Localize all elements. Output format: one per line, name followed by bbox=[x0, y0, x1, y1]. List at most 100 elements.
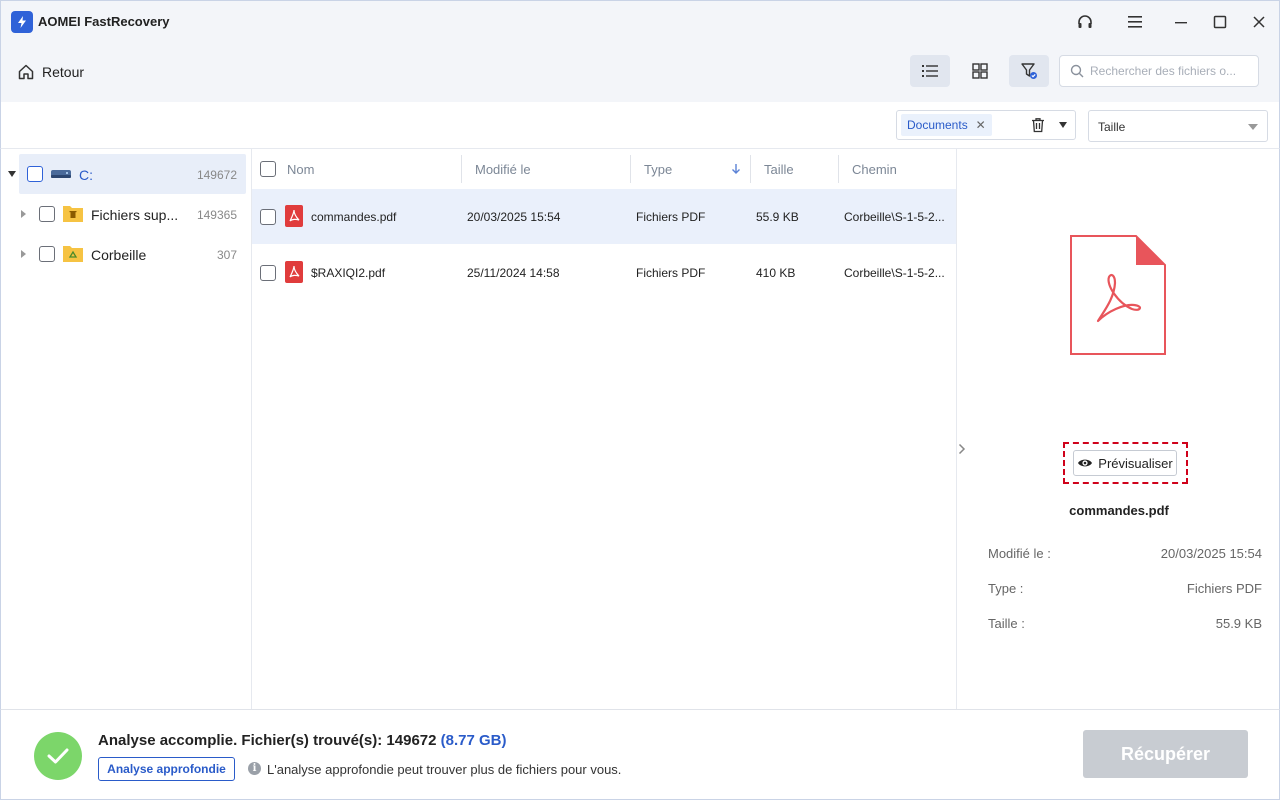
meta-value-modified: 20/03/2025 15:54 bbox=[1160, 546, 1262, 561]
home-icon bbox=[18, 64, 34, 80]
size-select[interactable]: Taille bbox=[1088, 110, 1268, 142]
file-row[interactable]: commandes.pdf 20/03/2025 15:54 Fichiers … bbox=[252, 189, 956, 244]
filter-button[interactable] bbox=[1009, 55, 1049, 87]
file-checkbox[interactable] bbox=[260, 209, 276, 225]
file-name: commandes.pdf bbox=[311, 210, 397, 224]
drive-icon bbox=[51, 170, 71, 178]
search-input[interactable] bbox=[1090, 64, 1250, 78]
pdf-file-icon bbox=[285, 205, 303, 227]
column-header-path[interactable]: Chemin bbox=[852, 149, 897, 189]
column-divider[interactable] bbox=[630, 155, 631, 183]
filter-chip-label: Documents bbox=[907, 118, 968, 132]
search-icon bbox=[1070, 64, 1084, 78]
column-header-modified[interactable]: Modifié le bbox=[475, 149, 531, 189]
column-divider[interactable] bbox=[750, 155, 751, 183]
title-bar: AOMEI FastRecovery bbox=[0, 0, 1280, 42]
filter-chip: Documents ✕ bbox=[901, 114, 992, 136]
support-headset-icon[interactable] bbox=[1074, 11, 1096, 33]
remove-filter-icon[interactable]: ✕ bbox=[976, 114, 986, 136]
meta-value-size: 55.9 KB bbox=[1215, 616, 1262, 631]
file-type: Fichiers PDF bbox=[636, 266, 706, 280]
tree-count: 307 bbox=[216, 248, 237, 262]
scan-status-size: (8.77 GB) bbox=[440, 732, 507, 749]
tree-count: 149365 bbox=[196, 208, 237, 222]
success-check-icon bbox=[34, 732, 82, 780]
filter-chip-box[interactable]: Documents ✕ bbox=[896, 110, 1076, 140]
expand-arrow-icon[interactable] bbox=[21, 210, 26, 218]
expand-arrow-icon[interactable] bbox=[8, 171, 16, 177]
deep-scan-hint: L'analyse approfondie peut trouver plus … bbox=[267, 762, 622, 777]
file-row[interactable]: $RAXIQI2.pdf 25/11/2024 14:58 Fichiers P… bbox=[252, 245, 956, 300]
preview-button[interactable]: Prévisualiser bbox=[1073, 450, 1177, 476]
tree-item-c-drive[interactable]: C: 149672 bbox=[1, 149, 251, 194]
preview-button-label: Prévisualiser bbox=[1098, 455, 1173, 471]
info-icon: i bbox=[248, 762, 261, 775]
status-footer: Analyse accomplie. Fichier(s) trouvé(s):… bbox=[0, 709, 1280, 800]
column-header-name[interactable]: Nom bbox=[287, 149, 314, 189]
preview-pane: Prévisualiser commandes.pdf Modifié le :… bbox=[956, 149, 1280, 709]
tree-label: C: bbox=[79, 167, 93, 183]
toolbar: Retour bbox=[0, 42, 1280, 102]
back-label: Retour bbox=[42, 64, 85, 80]
preview-file-name: commandes.pdf bbox=[1069, 503, 1169, 518]
tree-item-recycle-bin[interactable]: Corbeille 307 bbox=[1, 234, 251, 274]
pdf-preview-icon bbox=[1070, 235, 1166, 355]
collapse-pane-icon[interactable] bbox=[957, 442, 967, 456]
size-select-value: Taille bbox=[1098, 120, 1126, 134]
app-logo-icon bbox=[11, 11, 33, 33]
back-button[interactable]: Retour bbox=[17, 60, 84, 84]
file-type: Fichiers PDF bbox=[636, 210, 706, 224]
file-checkbox[interactable] bbox=[260, 265, 276, 281]
app-title: AOMEI FastRecovery bbox=[38, 14, 170, 29]
eye-icon bbox=[1078, 459, 1093, 467]
tree-item-deleted-files[interactable]: Fichiers sup... 149365 bbox=[1, 194, 251, 234]
filter-dropdown-icon[interactable] bbox=[1059, 122, 1067, 128]
pdf-file-icon bbox=[285, 261, 303, 283]
column-header-size[interactable]: Taille bbox=[764, 149, 794, 189]
file-size: 410 KB bbox=[756, 266, 796, 280]
file-modified: 20/03/2025 15:54 bbox=[467, 210, 561, 224]
meta-value-type: Fichiers PDF bbox=[1186, 581, 1262, 596]
tree-count: 149672 bbox=[196, 168, 237, 182]
search-box[interactable] bbox=[1059, 55, 1259, 87]
column-divider[interactable] bbox=[461, 155, 462, 183]
maximize-button[interactable] bbox=[1209, 11, 1231, 33]
deep-scan-button[interactable]: Analyse approfondie bbox=[98, 757, 235, 781]
trash-icon[interactable] bbox=[1031, 117, 1045, 136]
meta-label-type: Type : bbox=[988, 581, 1024, 596]
recover-button[interactable]: Récupérer bbox=[1083, 730, 1248, 778]
menu-icon[interactable] bbox=[1124, 11, 1146, 33]
meta-label-modified: Modifié le : bbox=[988, 546, 1051, 561]
grid-view-button[interactable] bbox=[960, 55, 1000, 87]
expand-arrow-icon[interactable] bbox=[21, 250, 26, 258]
file-list: Nom Modifié le Type Taille Chemin comman… bbox=[252, 149, 956, 709]
list-view-button[interactable] bbox=[910, 55, 950, 87]
folder-deleted-icon bbox=[63, 206, 83, 222]
column-divider[interactable] bbox=[838, 155, 839, 183]
scan-status-text: Analyse accomplie. Fichier(s) trouvé(s):… bbox=[98, 732, 437, 749]
select-all-checkbox[interactable] bbox=[260, 161, 276, 177]
filter-bar: Documents ✕ Taille bbox=[0, 102, 1280, 149]
list-icon bbox=[922, 65, 938, 77]
grid-icon bbox=[972, 63, 988, 79]
file-path: Corbeille\S-1-5-2... bbox=[844, 210, 945, 224]
tree-checkbox[interactable] bbox=[27, 166, 43, 182]
file-size: 55.9 KB bbox=[756, 210, 799, 224]
column-header-type[interactable]: Type bbox=[644, 149, 672, 189]
sort-arrow-icon[interactable] bbox=[731, 163, 741, 175]
tree-checkbox[interactable] bbox=[39, 206, 55, 222]
scan-status: Analyse accomplie. Fichier(s) trouvé(s):… bbox=[98, 732, 507, 749]
tree-label: Fichiers sup... bbox=[91, 207, 179, 223]
tree-checkbox[interactable] bbox=[39, 246, 55, 262]
filter-icon bbox=[1021, 63, 1037, 79]
file-name: $RAXIQI2.pdf bbox=[311, 266, 386, 280]
chevron-down-icon bbox=[1248, 124, 1258, 130]
meta-label-size: Taille : bbox=[988, 616, 1025, 631]
drive-tree: C: 149672 Fichiers sup... 149365 Corbeil… bbox=[0, 149, 252, 709]
folder-recycle-icon bbox=[63, 246, 83, 262]
close-button[interactable] bbox=[1248, 11, 1270, 33]
tree-label: Corbeille bbox=[91, 247, 147, 263]
file-path: Corbeille\S-1-5-2... bbox=[844, 266, 945, 280]
file-modified: 25/11/2024 14:58 bbox=[467, 266, 560, 280]
minimize-button[interactable] bbox=[1170, 11, 1192, 33]
